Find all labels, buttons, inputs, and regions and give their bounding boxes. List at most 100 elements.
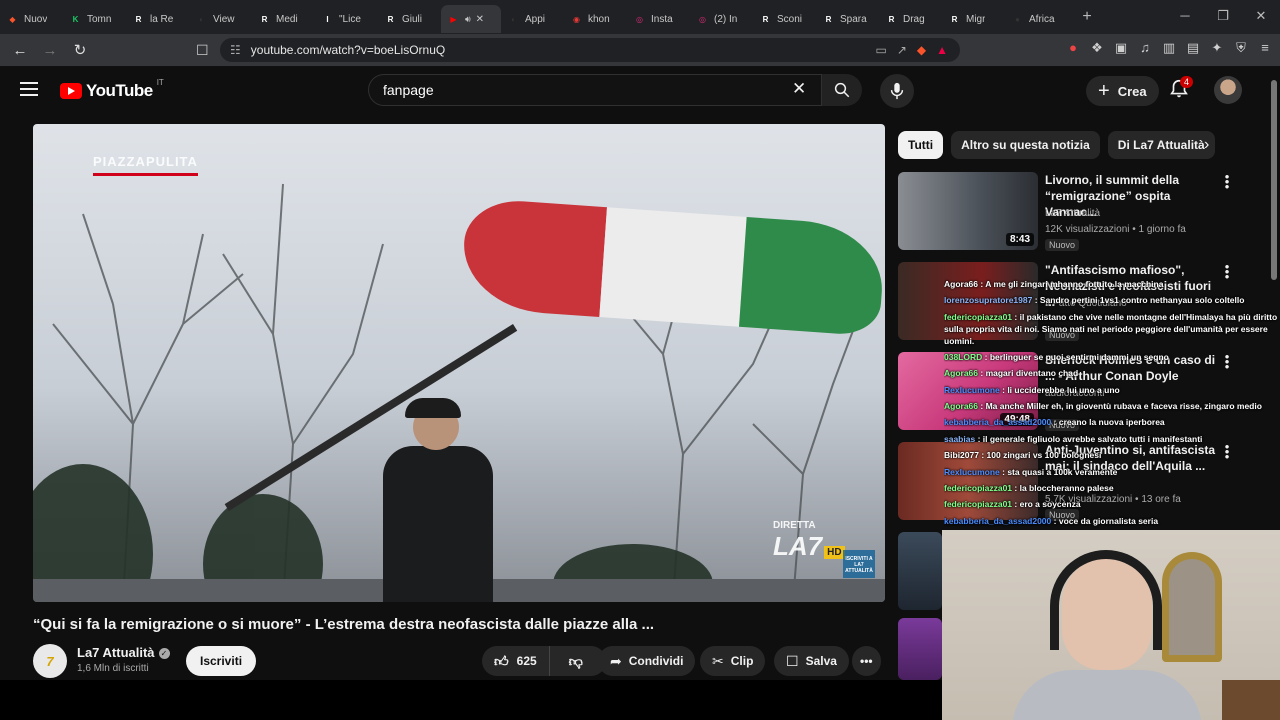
chat-text: Sandro pertini 1vs1 contro nethanyau sol… — [1039, 295, 1245, 306]
video-player[interactable]: PIAZZAPULITA DIRETTA LA7 HD ISCRIVITI A L… — [33, 124, 885, 602]
notification-badge: 4 — [1180, 76, 1194, 88]
chat-message: Agora66 : Ma anche Miller eh, in giovent… — [944, 398, 1280, 414]
reload-icon[interactable]: ↻ — [68, 38, 92, 62]
like-button[interactable]: 👍︎ 625 — [482, 646, 550, 676]
browser-tab[interactable]: R Sconi — [753, 5, 816, 33]
close-window-icon[interactable]: ✕ — [1242, 0, 1280, 34]
browser-tab[interactable]: ● Africa — [1005, 5, 1068, 33]
browser-tab[interactable]: R Spara — [816, 5, 879, 33]
channel-name[interactable]: La7 Attualità ✓ — [77, 645, 170, 660]
video-thumbnail[interactable] — [898, 618, 942, 680]
chat-message: federicopiazza01 : il pakistano che vive… — [944, 309, 1280, 349]
dislike-button[interactable]: 👎︎ — [557, 653, 595, 670]
extensions-area: ● ❖ ▣ ♫ ▥ ▤ ✦ ⛨ ≡ — [1066, 40, 1272, 56]
tab-label: Insta — [651, 13, 673, 25]
brave-shield-icon[interactable]: ◆ — [917, 43, 926, 57]
restore-icon[interactable]: ❐ — [1204, 0, 1242, 34]
site-info-icon[interactable]: ☷ — [230, 43, 241, 57]
browser-tab[interactable]: ◎ Insta — [627, 5, 690, 33]
voice-search-button[interactable] — [880, 74, 914, 108]
chat-text: creano la nuova iperborea — [1058, 417, 1165, 428]
tab-close-icon[interactable]: ✕ — [476, 14, 484, 25]
browser-tab[interactable]: ◎ (2) In — [690, 5, 753, 33]
chat-message: kebabberia_da_assad2000 : creano la nuov… — [944, 414, 1280, 430]
chevron-right-icon[interactable]: › — [1204, 136, 1209, 154]
chip-related-news[interactable]: Altro su questa notizia — [951, 131, 1100, 159]
sidebar-toggle-icon[interactable]: ▥ — [1162, 40, 1176, 56]
bookmark-icon[interactable]: ☐ — [196, 42, 209, 59]
like-count: 625 — [516, 654, 537, 668]
browser-tab[interactable]: I "Lice — [315, 5, 378, 33]
browser-tab[interactable]: R Drag — [879, 5, 942, 33]
tab-favicon-icon: R — [261, 14, 268, 24]
search-button[interactable] — [822, 74, 862, 106]
vpn-icon[interactable]: ⛨ — [1234, 40, 1248, 56]
browser-tab[interactable]: ◐ Appi — [501, 5, 564, 33]
like-dislike-group: 👍︎ 625 👎︎ — [482, 646, 606, 676]
tab-label: (2) In — [714, 13, 738, 25]
scrollbar-thumb[interactable] — [1271, 80, 1277, 280]
music-icon[interactable]: ♫ — [1138, 40, 1152, 56]
tab-favicon-icon: ◆ — [9, 14, 16, 24]
tab-label: "Lice — [339, 13, 361, 25]
scissors-icon: ✂ — [712, 652, 724, 669]
tab-label: Sconi — [777, 13, 803, 25]
url-text: youtube.com/watch?v=boeLisOrnuQ — [250, 43, 446, 57]
video-thumbnail[interactable] — [898, 532, 942, 610]
screenshot-icon[interactable]: ▣ — [1114, 40, 1128, 56]
browser-tab[interactable]: Rla Re — [126, 5, 189, 33]
browser-tab[interactable]: ◉ khon — [564, 5, 627, 33]
recommended-channel[interactable]: La7 Attualità — [1045, 208, 1100, 219]
browser-tab[interactable]: ◐ View — [189, 5, 252, 33]
browser-tab[interactable]: K Tomn — [63, 5, 126, 33]
tab-label: Tomn — [87, 13, 112, 25]
streamer-shirt — [1012, 670, 1202, 720]
back-icon[interactable]: ← — [8, 38, 32, 62]
video-thumbnail[interactable]: 8:43 — [898, 172, 1038, 250]
search-input[interactable]: fanpage — [368, 74, 822, 106]
share-page-icon[interactable]: ↗ — [897, 43, 907, 57]
forward-icon[interactable]: → — [38, 38, 62, 62]
tab-audio-icon[interactable]: 🔊︎ — [465, 14, 471, 25]
leo-icon[interactable]: ✦ — [1210, 40, 1224, 56]
chat-separator: : — [1051, 417, 1059, 428]
tab-favicon-icon: I — [326, 14, 329, 24]
browser-tab[interactable]: R Medi — [252, 5, 315, 33]
new-tab-button[interactable]: + — [1074, 8, 1100, 26]
address-bar[interactable]: ☷ youtube.com/watch?v=boeLisOrnuQ ▭ ↗ ◆ … — [220, 38, 960, 62]
guide-menu-icon[interactable] — [20, 82, 38, 96]
clip-button[interactable]: ✂ Clip — [700, 646, 766, 676]
notifications-button[interactable]: 4 — [1168, 76, 1194, 104]
create-button[interactable]: + Crea — [1086, 76, 1159, 106]
brave-rewards-icon[interactable]: ▲ — [936, 43, 948, 57]
extension-icon[interactable]: ● — [1066, 40, 1080, 56]
chat-message: saabias : il generale figliuolo avrebbe … — [944, 431, 1280, 447]
browser-tab[interactable]: R Migr — [942, 5, 1005, 33]
subscribe-button[interactable]: Iscriviti — [186, 646, 257, 676]
clear-search-icon[interactable]: ✕ — [792, 79, 806, 99]
browser-tab[interactable]: R Giuli — [378, 5, 441, 33]
chat-username: federicopiazza01 — [944, 499, 1013, 510]
wallet-icon[interactable]: ▤ — [1186, 40, 1200, 56]
account-avatar[interactable] — [1214, 76, 1242, 104]
chip-from-channel[interactable]: Di La7 Attualità — [1107, 131, 1215, 159]
channel-avatar[interactable]: 7 — [33, 644, 67, 678]
puzzle-icon[interactable]: ❖ — [1090, 40, 1104, 56]
browser-tab[interactable]: ▶ 🔊︎ ✕ — [441, 5, 501, 33]
chip-tutti[interactable]: Tutti — [898, 131, 944, 159]
chat-message: Rexlucumone : sta quasi a 100k veramente — [944, 464, 1280, 480]
menu-icon[interactable]: ≡ — [1258, 40, 1272, 56]
more-vertical-icon[interactable]: • • • — [1224, 170, 1230, 193]
save-label: Salva — [805, 654, 837, 668]
cast-icon[interactable]: ▭ — [875, 43, 886, 57]
chat-username: federicopiazza01 — [944, 311, 1013, 322]
youtube-logo[interactable]: YouTube IT — [60, 78, 164, 101]
browser-tab[interactable]: ◆ Nuov — [0, 5, 63, 33]
more-actions-button[interactable]: ••• — [852, 646, 881, 676]
share-button[interactable]: ➦ Condividi — [598, 646, 696, 676]
minimize-icon[interactable]: ─ — [1166, 0, 1204, 34]
recommended-video[interactable]: 8:43 Livorno, il summit della “remigrazi… — [898, 170, 1268, 252]
window-controls: ─ ❐ ✕ — [1166, 0, 1280, 34]
save-button[interactable]: ☐ Salva — [774, 646, 849, 676]
thumbs-up-icon: 👍︎ — [494, 652, 509, 669]
